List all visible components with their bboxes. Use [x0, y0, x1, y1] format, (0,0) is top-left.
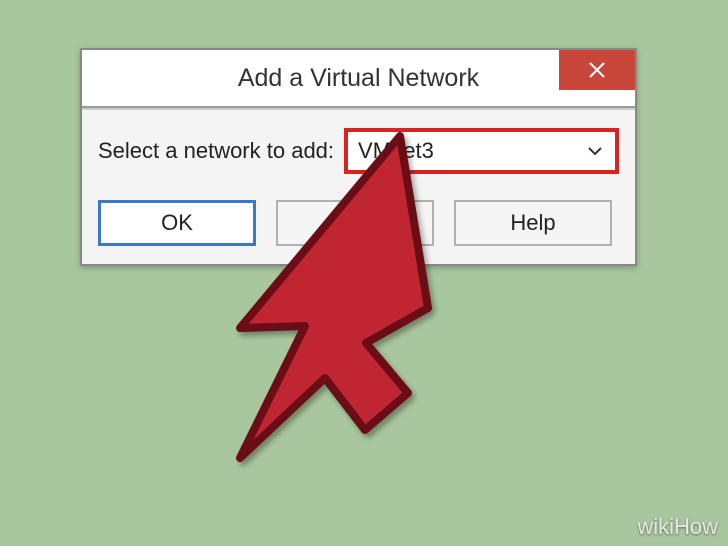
dialog-title: Add a Virtual Network — [238, 64, 479, 93]
cancel-button-label-partial: l — [409, 210, 414, 236]
button-row: OK l Help — [98, 200, 619, 246]
chevron-down-icon — [587, 146, 603, 156]
titlebar: Add a Virtual Network — [82, 50, 635, 108]
ok-button[interactable]: OK — [98, 200, 256, 246]
close-icon — [588, 61, 606, 79]
add-virtual-network-dialog: Add a Virtual Network Select a network t… — [80, 48, 637, 266]
close-button[interactable] — [559, 50, 635, 90]
ok-button-label: OK — [161, 210, 193, 236]
watermark: wikiHow — [637, 514, 718, 540]
help-button-label: Help — [510, 210, 555, 236]
dropdown-selected-value: VMnet3 — [358, 138, 587, 164]
dialog-content: Select a network to add: VMnet3 OK l Hel… — [82, 108, 635, 264]
select-row: Select a network to add: VMnet3 — [98, 128, 619, 174]
cancel-button[interactable]: l — [276, 200, 434, 246]
help-button[interactable]: Help — [454, 200, 612, 246]
select-network-label: Select a network to add: — [98, 138, 334, 164]
network-dropdown[interactable]: VMnet3 — [344, 128, 619, 174]
